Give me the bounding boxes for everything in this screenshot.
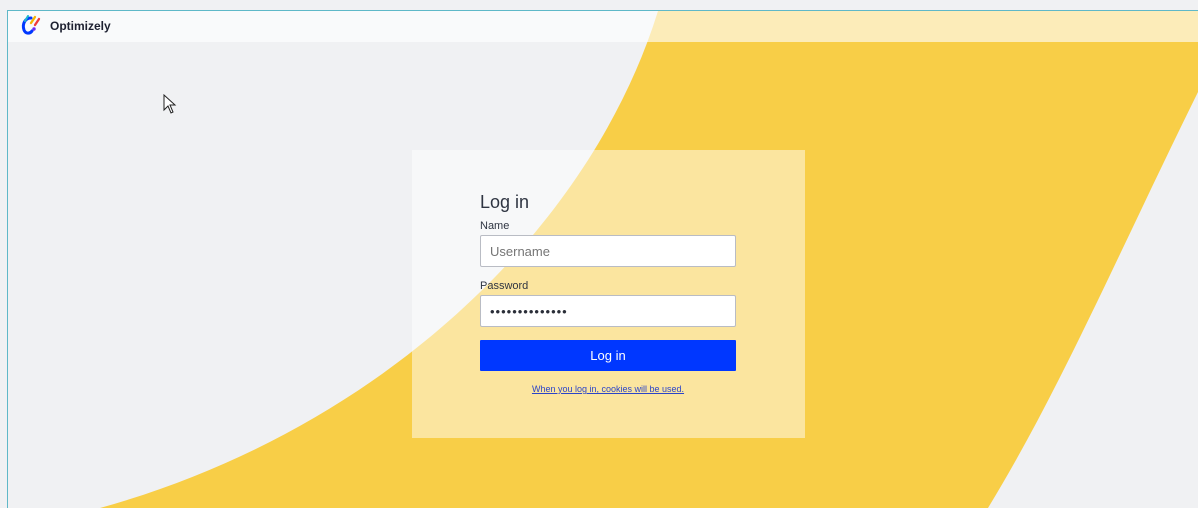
optimizely-logo-icon bbox=[17, 14, 41, 38]
window-border-left bbox=[7, 10, 8, 508]
mouse-pointer-icon bbox=[163, 93, 177, 114]
login-page: Optimizely Log in Name Password Log in W… bbox=[0, 0, 1198, 508]
login-title: Log in bbox=[480, 192, 530, 213]
brand-name: Optimizely bbox=[50, 19, 111, 33]
username-field[interactable] bbox=[480, 235, 736, 267]
password-label: Password bbox=[480, 280, 529, 292]
cookie-notice-link[interactable]: When you log in, cookies will be used. bbox=[480, 384, 736, 394]
login-button[interactable]: Log in bbox=[480, 340, 736, 371]
window-border-top bbox=[7, 10, 1198, 11]
name-label: Name bbox=[480, 220, 510, 232]
top-navigation: Optimizely bbox=[8, 11, 1198, 42]
login-card: Log in Name Password Log in When you log… bbox=[412, 150, 805, 438]
password-field[interactable] bbox=[480, 295, 736, 327]
